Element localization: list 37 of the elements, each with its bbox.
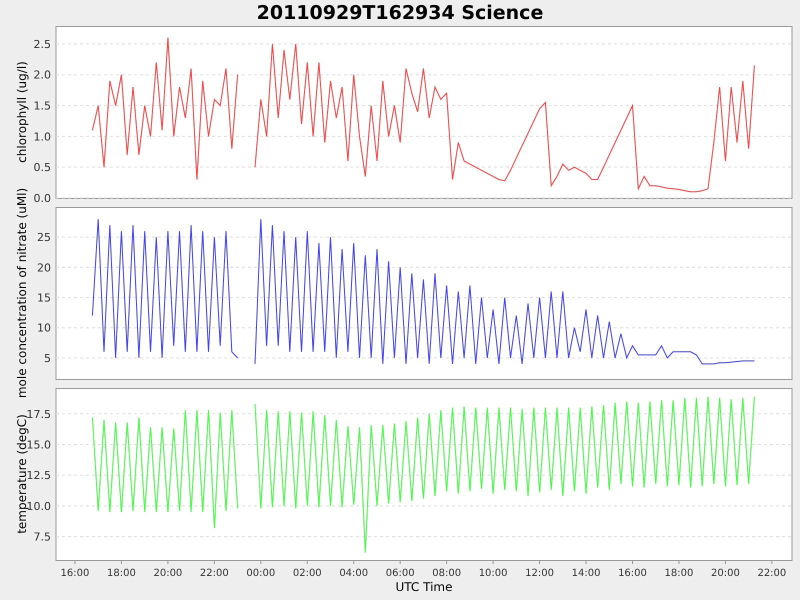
tick-label: 14:00: [572, 568, 600, 579]
tick-label: 04:00: [339, 568, 368, 579]
tick-label: 25: [37, 231, 51, 244]
tick-label: 20: [37, 261, 51, 274]
chart-title: 20110929T162934 Science: [256, 2, 544, 24]
tick-label: 00:00: [246, 568, 276, 579]
tick-label: 16:00: [618, 568, 647, 579]
tick-label: 20:00: [153, 568, 182, 579]
tick-label: 10.0: [26, 500, 51, 513]
tick-label: 18:00: [107, 568, 136, 579]
tick-label: 12.5: [26, 469, 51, 482]
tick-label: 15.0: [26, 438, 51, 452]
tick-label: 08:00: [432, 568, 462, 579]
tick-label: 2.5: [34, 38, 51, 51]
tick-label: 0.0: [34, 192, 51, 205]
tick-label: 02:00: [292, 568, 322, 579]
axis-label: mole concentration of nitrate (uMl): [15, 188, 29, 398]
tick-label: 5: [44, 352, 51, 365]
tick-label: 20:00: [711, 568, 740, 579]
tick-label: 2.0: [34, 68, 51, 82]
axis-label: UTC Time: [396, 580, 452, 594]
tick-label: 12:00: [525, 568, 554, 579]
tick-label: 22:00: [200, 568, 229, 579]
tick-label: 06:00: [386, 568, 415, 579]
tick-label: 17.5: [26, 408, 51, 421]
tick-label: 18:00: [664, 568, 694, 579]
tick-label: 10: [37, 322, 51, 335]
tick-label: 22:00: [757, 568, 786, 579]
tick-label: 10:00: [478, 568, 508, 579]
tick-label: 15: [37, 292, 51, 305]
tick-label: 7.5: [34, 530, 51, 544]
axis-label: chlorophyll (ug/l): [15, 61, 29, 163]
tick-label: 1.5: [34, 100, 51, 113]
tick-label: 16:00: [60, 568, 90, 579]
tick-label: 1.0: [34, 130, 51, 144]
tick-label: 0.5: [34, 161, 51, 174]
axis-label: temperature (degC): [15, 414, 29, 534]
